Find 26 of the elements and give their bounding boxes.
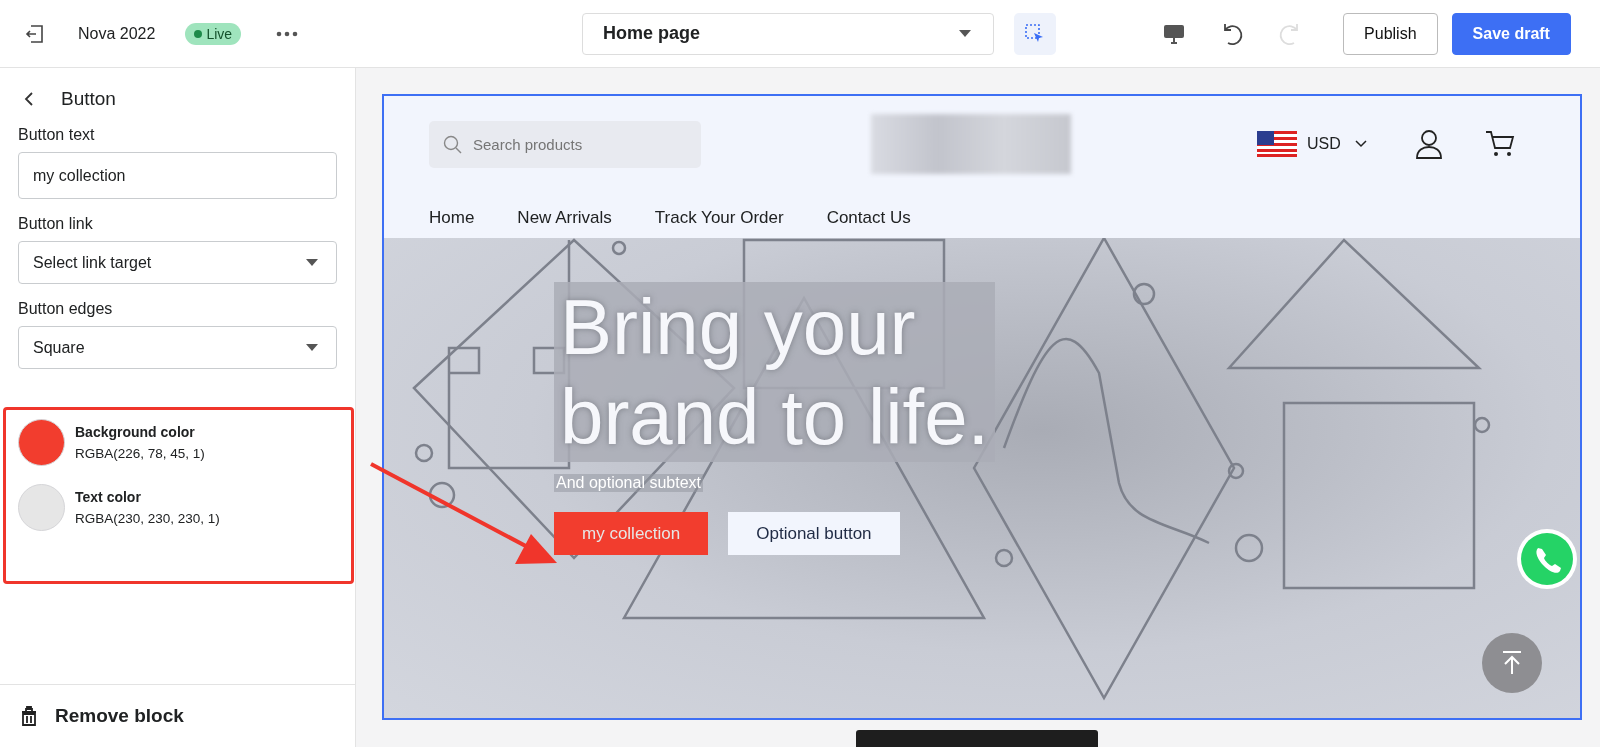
nav-link[interactable]: Home [429, 208, 475, 228]
input-field[interactable]: my collection [18, 152, 337, 199]
nav-link[interactable]: New Arrivals [517, 208, 612, 228]
status-badge: Live [185, 22, 242, 45]
search-field[interactable]: Search products [429, 120, 701, 168]
field-label: Button edges [18, 300, 114, 318]
select-field[interactable]: Select link target [18, 241, 337, 284]
remove-block-link[interactable]: Remove block [55, 705, 184, 727]
field-label: Button link [18, 215, 94, 233]
hero-subtext: And optional subtext [554, 474, 703, 492]
nav-link[interactable]: Track Your Order [654, 208, 784, 228]
toolbar-button[interactable]: Save draft [1451, 12, 1571, 55]
currency-selector[interactable]: USD [1307, 135, 1341, 153]
panel-title: Button [61, 88, 116, 110]
color-value: RGBA(226, 78, 45, 1) [75, 446, 205, 461]
hero-button[interactable]: Optional button [728, 512, 900, 555]
select-field[interactable]: Square [18, 326, 337, 369]
color-label: Background color [75, 424, 196, 440]
field-label: Button text [18, 126, 96, 144]
nav-link[interactable]: Contact Us [826, 208, 911, 228]
page-select[interactable]: Home page [582, 12, 995, 55]
color-label: Text color [75, 489, 142, 505]
color-value: RGBA(230, 230, 230, 1) [75, 511, 220, 526]
toolbar-button[interactable]: Publish [1343, 12, 1438, 55]
store-name: Nova 2022 [78, 24, 156, 43]
hero-heading: Bring your brand to life. [554, 282, 996, 462]
